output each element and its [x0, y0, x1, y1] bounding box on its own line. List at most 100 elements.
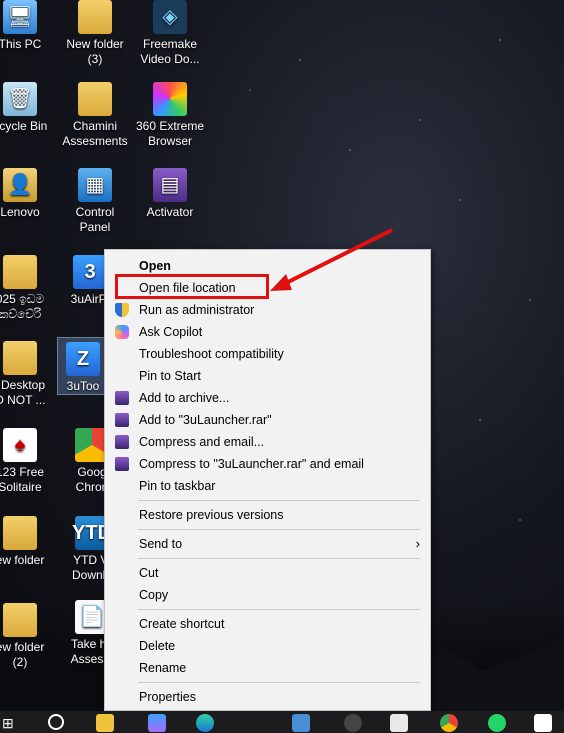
- menu-item-compress-email[interactable]: Compress and email...: [105, 431, 430, 453]
- menu-item-add-to-archive[interactable]: Add to archive...: [105, 387, 430, 409]
- desktop-icon-label: 360 Extreme Browser: [135, 119, 205, 148]
- desktop-icon-desktop-do-not[interactable]: l Desktop O NOT ...: [0, 341, 60, 408]
- menu-item-label: Pin to Start: [139, 369, 201, 383]
- 360-browser-icon: [153, 82, 187, 116]
- desktop-icon-new-folder-2[interactable]: ew folder (2): [0, 603, 60, 670]
- menu-item-run-as-administrator[interactable]: Run as administrator: [105, 299, 430, 321]
- menu-separator: [138, 500, 420, 501]
- desktop-icon-new-folder[interactable]: ew folder: [0, 516, 60, 568]
- user-folder-icon: 👤: [3, 168, 37, 202]
- folder-icon: [78, 0, 112, 34]
- calculator-icon[interactable]: [292, 714, 310, 732]
- menu-item-label: Pin to taskbar: [139, 479, 216, 493]
- context-menu: Open Open file location Run as administr…: [104, 249, 431, 711]
- desktop-icon-label: New folder (3): [66, 37, 124, 66]
- file-explorer-icon[interactable]: [96, 714, 114, 732]
- shield-icon: [115, 303, 129, 317]
- menu-item-pin-to-taskbar[interactable]: Pin to taskbar: [105, 475, 430, 497]
- app-icon[interactable]: [344, 714, 362, 732]
- menu-item-label: Rename: [139, 661, 187, 675]
- freemake-icon: ◈: [153, 0, 187, 34]
- desktop-icon-label: 3uToo: [66, 379, 100, 393]
- menu-item-label: Add to archive...: [139, 391, 230, 405]
- computer-icon: 🖥: [3, 0, 37, 34]
- desktop-icon-label: l Desktop O NOT ...: [0, 378, 46, 407]
- desktop-icon-chamini[interactable]: Chamini Assesments: [55, 82, 135, 149]
- 3u-app-icon: 3: [73, 255, 107, 289]
- menu-separator: [138, 682, 420, 683]
- desktop-icon-solitaire[interactable]: ♠ 123 Free Solitaire: [0, 428, 60, 495]
- folder-icon: [78, 82, 112, 116]
- search-icon[interactable]: [48, 714, 64, 730]
- menu-item-label: Send to: [139, 537, 183, 551]
- menu-item-pin-to-start[interactable]: Pin to Start: [105, 365, 430, 387]
- menu-item-label: Add to "3uLauncher.rar": [139, 413, 272, 427]
- whatsapp-icon[interactable]: [488, 714, 506, 732]
- solitaire-icon[interactable]: [534, 714, 552, 732]
- app-icon[interactable]: [390, 714, 408, 732]
- winrar-icon: [115, 435, 129, 449]
- desktop-icon-label: ew folder (2): [0, 640, 45, 669]
- winrar-icon: [115, 391, 129, 405]
- menu-item-label: Properties: [139, 690, 196, 704]
- 3utools-icon: Z: [66, 342, 100, 376]
- menu-separator: [138, 609, 420, 610]
- desktop-icon-new-folder-3[interactable]: New folder (3): [55, 0, 135, 67]
- menu-item-add-to-rar[interactable]: Add to "3uLauncher.rar": [105, 409, 430, 431]
- desktop-icon-label: Chamini Assesments: [62, 119, 128, 148]
- desktop-icon-recycle-bin[interactable]: 🗑 ecycle Bin: [0, 82, 60, 134]
- desktop-icon-label: ew folder: [0, 553, 45, 567]
- menu-separator: [138, 529, 420, 530]
- recycle-bin-icon: 🗑: [3, 82, 37, 116]
- winrar-icon: [115, 413, 129, 427]
- menu-item-properties[interactable]: Properties: [105, 686, 430, 708]
- desktop-icon-label: Control Panel: [75, 205, 115, 234]
- menu-item-delete[interactable]: Delete: [105, 635, 430, 657]
- desktop-icon-label: 123 Free Solitaire: [0, 465, 45, 494]
- menu-item-label: Compress to "3uLauncher.rar" and email: [139, 457, 364, 471]
- folder-icon: [3, 603, 37, 637]
- desktop-icon-label: Lenovo: [0, 205, 40, 219]
- desktop-icon-label: ecycle Bin: [0, 119, 48, 133]
- menu-item-rename[interactable]: Rename: [105, 657, 430, 679]
- menu-item-label: Ask Copilot: [139, 325, 203, 339]
- menu-item-ask-copilot[interactable]: Ask Copilot: [105, 321, 430, 343]
- cards-icon: ♠: [3, 428, 37, 462]
- menu-item-label: Create shortcut: [139, 617, 225, 631]
- menu-item-label: Run as administrator: [139, 303, 255, 317]
- menu-item-create-shortcut[interactable]: Create shortcut: [105, 613, 430, 635]
- start-icon[interactable]: ⊞: [2, 714, 20, 732]
- menu-item-label: Copy: [139, 588, 169, 602]
- annotation-highlight-box: [115, 274, 269, 299]
- copilot-icon[interactable]: [148, 714, 166, 732]
- desktop-icon-3utools[interactable]: Z 3uToo: [57, 337, 109, 395]
- desktop-icon-label: Freemake Video Do...: [140, 37, 200, 66]
- folder-icon: [3, 255, 37, 289]
- desktop-icon-activator[interactable]: ▤ Activator: [130, 168, 210, 220]
- menu-item-label: Open: [139, 259, 171, 273]
- desktop-icon-360-browser[interactable]: 360 Extreme Browser: [130, 82, 210, 149]
- menu-item-send-to[interactable]: Send to ›: [105, 533, 430, 555]
- menu-item-troubleshoot[interactable]: Troubleshoot compatibility: [105, 343, 430, 365]
- desktop-icon-label: Activator: [146, 205, 194, 219]
- menu-item-label: Cut: [139, 566, 159, 580]
- desktop-icon-this-pc[interactable]: 🖥 This PC: [0, 0, 60, 52]
- menu-item-label: Compress and email...: [139, 435, 265, 449]
- menu-item-label: Delete: [139, 639, 176, 653]
- folder-icon: [3, 516, 37, 550]
- menu-separator: [138, 558, 420, 559]
- menu-item-restore-previous-versions[interactable]: Restore previous versions: [105, 504, 430, 526]
- menu-item-compress-to-rar-email[interactable]: Compress to "3uLauncher.rar" and email: [105, 453, 430, 475]
- menu-item-label: Troubleshoot compatibility: [139, 347, 284, 361]
- copilot-icon: [115, 325, 129, 339]
- menu-item-copy[interactable]: Copy: [105, 584, 430, 606]
- control-panel-icon: ▦: [78, 168, 112, 202]
- desktop-icon-lenovo[interactable]: 👤 Lenovo: [0, 168, 60, 220]
- folder-icon: [3, 341, 37, 375]
- desktop-icon-control-panel[interactable]: ▦ Control Panel: [55, 168, 135, 235]
- desktop-icon-freemake[interactable]: ◈ Freemake Video Do...: [130, 0, 210, 67]
- edge-icon[interactable]: [196, 714, 214, 732]
- winrar-archive-icon: ▤: [153, 168, 187, 202]
- menu-item-cut[interactable]: Cut: [105, 562, 430, 584]
- chrome-icon[interactable]: [440, 714, 458, 732]
